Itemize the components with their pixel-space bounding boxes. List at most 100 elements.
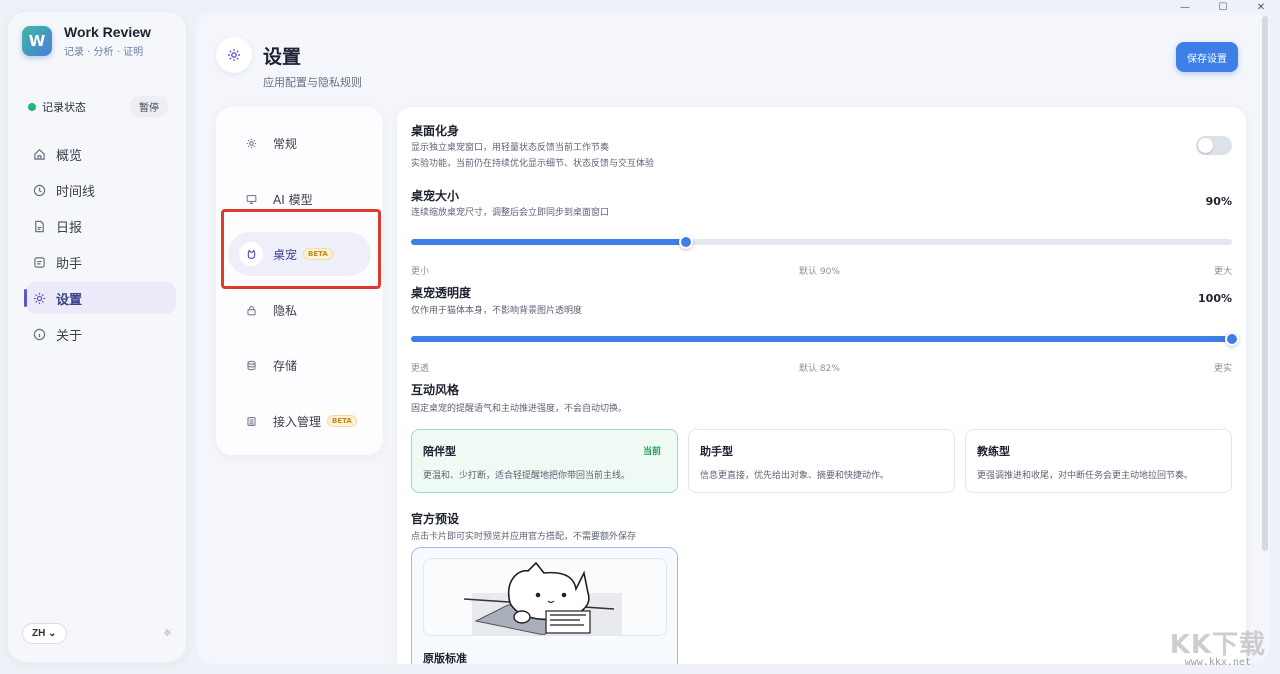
style-card-coach[interactable]: 教练型 更强调推进和收尾，对中断任务会更主动地拉回节奏。 [965, 429, 1232, 493]
size-max-label: 更大 [1213, 267, 1232, 277]
slider-fill [411, 239, 687, 245]
style-title: 互动风格 [411, 383, 460, 397]
size-title: 桌宠大小 [411, 189, 460, 203]
nav-label: 时间线 [56, 184, 96, 200]
lock-icon [245, 304, 257, 316]
main-panel: 设置 应用配置与隐私规则 保存设置 常规 AI 模型 桌宠 BETA 隐私 存储… [196, 12, 1270, 664]
beta-badge: BETA [303, 248, 333, 260]
nav-label: 助手 [56, 256, 83, 272]
nav-item-about[interactable]: 关于 [26, 318, 176, 350]
preset-name: 原版标准 [423, 652, 467, 664]
slider-handle[interactable] [679, 235, 694, 249]
current-badge: 当前 [642, 447, 661, 457]
report-icon [32, 219, 46, 233]
watermark: KK下载 www.kkx.net [1170, 624, 1266, 668]
opacity-max-label: 更实 [1213, 364, 1232, 374]
category-ai-model[interactable]: AI 模型 [228, 177, 371, 221]
opacity-value: 100% [1198, 292, 1232, 305]
app-logo: W [22, 26, 52, 56]
nav-item-timeline[interactable]: 时间线 [26, 174, 176, 206]
settings-header-icon [216, 37, 252, 73]
style-card-title: 教练型 [977, 445, 1010, 458]
style-card-companion[interactable]: 陪伴型 当前 更温和、少打断，适合轻提醒地把你带回当前主线。 [411, 429, 678, 493]
avatar-desc-experimental: 实验功能，当前仍在持续优化显示细节、状态反馈与交互体验 [411, 159, 655, 169]
beta-badge: BETA [327, 415, 357, 427]
avatar-desc: 显示独立桌宠窗口，用轻量状态反馈当前工作节奏 [411, 143, 610, 153]
settings-category-panel: 常规 AI 模型 桌宠 BETA 隐私 存储 接入管理 BETA [216, 107, 383, 455]
category-label: AI 模型 [273, 192, 313, 207]
category-label: 隐私 [273, 303, 298, 318]
avatar-title: 桌面化身 [411, 124, 460, 138]
sidebar: W Work Review 记录 · 分析 · 证明 记录状态 暂停 概览 时间… [8, 12, 186, 662]
pet-icon [239, 242, 263, 266]
size-default-label: 默认 90% [799, 267, 840, 277]
language-value: ZH [32, 628, 46, 639]
app-name: Work Review [64, 24, 151, 40]
save-settings-button[interactable]: 保存设置 [1176, 42, 1238, 72]
category-general[interactable]: 常规 [228, 121, 371, 165]
cat-preview-image [423, 558, 667, 636]
presets-title: 官方预设 [411, 512, 460, 526]
category-privacy[interactable]: 隐私 [228, 288, 371, 332]
nav-item-assistant[interactable]: 助手 [26, 246, 176, 278]
size-value: 90% [1205, 195, 1232, 208]
category-storage[interactable]: 存储 [228, 343, 371, 387]
gear-icon [32, 291, 46, 305]
nav-item-overview[interactable]: 概览 [26, 138, 176, 170]
preset-card-original[interactable]: 原版标准 [411, 547, 678, 664]
style-card-title: 陪伴型 [423, 445, 456, 458]
slider-handle[interactable] [1225, 332, 1239, 346]
nav-label: 概览 [56, 148, 83, 164]
presets-desc: 点击卡片即可实时预览并应用官方搭配，不需要额外保存 [411, 532, 637, 542]
page-subtitle: 应用配置与隐私规则 [263, 76, 362, 89]
record-status: 记录状态 暂停 [28, 96, 168, 117]
toggle-knob [1198, 138, 1213, 153]
gear-icon [245, 137, 257, 149]
pet-settings-content: 桌面化身 显示独立桌宠窗口，用轻量状态反馈当前工作节奏 实验功能，当前仍在持续优… [397, 107, 1246, 664]
page-scrollbar[interactable] [1262, 16, 1268, 551]
nav-item-settings[interactable]: 设置 [24, 282, 176, 314]
category-integrations[interactable]: 接入管理 BETA [228, 399, 371, 443]
style-card-desc: 更温和、少打断，适合轻提醒地把你带回当前主线。 [423, 471, 631, 481]
pause-button[interactable]: 暂停 [130, 96, 168, 117]
category-label: 常规 [273, 136, 298, 151]
style-card-desc: 信息更直接，优先给出对象、摘要和快捷动作。 [700, 471, 890, 481]
category-label: 接入管理 [273, 414, 322, 429]
category-desktop-pet[interactable]: 桌宠 BETA [228, 232, 371, 276]
nav-label: 设置 [56, 292, 83, 308]
category-label: 桌宠 [273, 247, 298, 262]
page-title: 设置 [263, 46, 302, 68]
clock-icon [32, 183, 46, 197]
avatar-toggle[interactable] [1196, 136, 1232, 155]
style-card-desc: 更强调推进和收尾，对中断任务会更主动地拉回节奏。 [977, 471, 1194, 481]
opacity-default-label: 默认 82% [799, 364, 840, 374]
info-icon [32, 327, 46, 341]
style-card-title: 助手型 [700, 445, 733, 458]
size-min-label: 更小 [411, 267, 430, 277]
theme-toggle-icon[interactable]: ☼ [163, 628, 172, 639]
status-dot [28, 102, 36, 111]
nav-item-report[interactable]: 日报 [26, 210, 176, 242]
watermark-logo: KK下载 [1169, 630, 1266, 660]
opacity-slider[interactable] [411, 332, 1239, 346]
size-slider[interactable] [411, 235, 1232, 249]
database-icon [245, 359, 257, 371]
opacity-min-label: 更透 [411, 364, 430, 374]
language-select[interactable]: ZH ⌄ [22, 623, 67, 644]
style-card-assistant[interactable]: 助手型 信息更直接，优先给出对象、摘要和快捷动作。 [688, 429, 955, 493]
plug-icon [245, 415, 257, 427]
size-desc: 连续缩放桌宠尺寸，调整后会立即同步到桌面窗口 [411, 208, 610, 218]
opacity-title: 桌宠透明度 [411, 286, 472, 300]
main-nav: 概览 时间线 日报 助手 设置 关于 [24, 138, 176, 354]
style-desc: 固定桌宠的提醒语气和主动推进强度，不会自动切换。 [411, 404, 628, 414]
record-status-label: 记录状态 [42, 100, 86, 114]
opacity-desc: 仅作用于猫体本身，不影响背景图片透明度 [411, 306, 583, 316]
assistant-icon [32, 255, 46, 269]
category-label: 存储 [273, 358, 298, 373]
slider-fill [411, 336, 1232, 342]
monitor-icon [245, 193, 257, 205]
brand: W Work Review 记录 · 分析 · 证明 [22, 24, 151, 58]
app-tagline: 记录 · 分析 · 证明 [64, 47, 144, 58]
home-icon [32, 147, 46, 161]
sidebar-footer: ZH ⌄ ☼ [22, 623, 172, 644]
